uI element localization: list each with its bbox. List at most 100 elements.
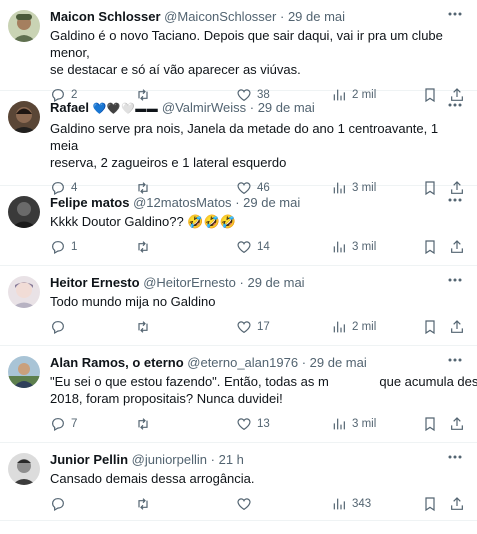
retweet-button[interactable] xyxy=(135,239,156,255)
action-bar: 343 xyxy=(50,487,465,521)
heart-icon xyxy=(237,418,251,431)
more-options-icon[interactable] xyxy=(445,352,465,368)
user-handle[interactable]: @MaiconSchlosser xyxy=(164,9,276,24)
tweet-text: Galdino serve pra nois, Janela da metade… xyxy=(50,120,465,171)
display-name[interactable]: Alan Ramos, o eterno xyxy=(50,355,184,370)
views-count: 3 mil xyxy=(352,418,377,430)
avatar[interactable] xyxy=(8,356,40,388)
bookmark-button[interactable] xyxy=(422,496,438,512)
reply-feed: Maicon Schlosser @MaiconSchlosser · 29 d… xyxy=(0,0,477,521)
bookmark-icon xyxy=(425,320,435,335)
reply-button[interactable] xyxy=(50,319,71,335)
share-icon xyxy=(451,497,463,510)
like-button[interactable]: 13 xyxy=(236,416,270,432)
bookmark-button[interactable] xyxy=(422,416,438,432)
views-count: 3 mil xyxy=(352,241,377,253)
more-options-icon[interactable] xyxy=(445,449,465,465)
like-count: 13 xyxy=(257,418,270,430)
reply-tweet[interactable]: Rafael 💙🖤🤍▬▬ @ValmirWeiss · 29 de mai Ga… xyxy=(0,91,477,196)
tweet-header: Heitor Ernesto @HeitorErnesto · 29 de ma… xyxy=(50,274,465,291)
reply-tweet[interactable]: Junior Pellin @juniorpellin · 21 h Cansa… xyxy=(0,443,477,521)
views-icon xyxy=(333,498,345,510)
bookmark-icon xyxy=(425,417,435,432)
tweet-text: Cansado demais dessa arrogância. xyxy=(50,470,465,487)
retweet-icon xyxy=(138,418,148,430)
reply-icon xyxy=(52,418,64,432)
separator-dot: · xyxy=(239,275,244,290)
reply-tweet[interactable]: Felipe matos @12matosMatos · 29 de mai K… xyxy=(0,186,477,266)
avatar[interactable] xyxy=(8,10,40,42)
display-name[interactable]: Heitor Ernesto xyxy=(50,275,140,290)
retweet-button[interactable] xyxy=(135,319,156,335)
share-icon xyxy=(451,417,463,430)
more-options-icon[interactable] xyxy=(445,97,465,113)
like-button[interactable] xyxy=(236,496,257,512)
reply-count: 7 xyxy=(71,418,78,430)
reply-button[interactable] xyxy=(50,496,71,512)
timestamp[interactable]: 21 h xyxy=(219,452,244,467)
user-handle[interactable]: @juniorpellin xyxy=(132,452,207,467)
views-button[interactable]: 343 xyxy=(331,496,371,512)
more-options-icon[interactable] xyxy=(445,272,465,288)
action-bar: 7 13 3 mil xyxy=(50,407,465,441)
reply-count: 1 xyxy=(71,241,78,253)
reply-button[interactable]: 1 xyxy=(50,239,77,255)
display-name[interactable]: Junior Pellin xyxy=(50,452,128,467)
user-handle[interactable]: @eterno_alan1976 xyxy=(187,355,298,370)
bookmark-button[interactable] xyxy=(422,319,438,335)
avatar[interactable] xyxy=(8,453,40,485)
tweet-text-line: Galdino é o novo Taciano. Depois que sai… xyxy=(50,28,443,60)
separator-dot: · xyxy=(249,100,255,115)
tweet-header: Rafael 💙🖤🤍▬▬ @ValmirWeiss · 29 de mai xyxy=(50,99,465,118)
views-icon xyxy=(333,241,345,253)
more-options-icon[interactable] xyxy=(445,192,465,208)
timestamp[interactable]: 29 de mai xyxy=(310,355,367,370)
display-name[interactable]: Maicon Schlosser xyxy=(50,9,161,24)
share-button[interactable] xyxy=(449,496,465,512)
more-options-icon[interactable] xyxy=(445,6,465,22)
avatar[interactable] xyxy=(8,276,40,308)
avatar[interactable] xyxy=(8,101,40,133)
like-button[interactable]: 17 xyxy=(236,319,270,335)
bookmark-button[interactable] xyxy=(422,239,438,255)
display-name[interactable]: Felipe matos xyxy=(50,195,129,210)
user-handle[interactable]: @ValmirWeiss xyxy=(162,100,246,115)
heart-icon xyxy=(237,321,251,334)
retweet-icon xyxy=(138,498,148,510)
views-button[interactable]: 3 mil xyxy=(331,239,376,255)
retweet-button[interactable] xyxy=(135,496,156,512)
reply-tweet[interactable]: Heitor Ernesto @HeitorErnesto · 29 de ma… xyxy=(0,266,477,346)
tweet-header: Maicon Schlosser @MaiconSchlosser · 29 d… xyxy=(50,8,465,25)
reply-tweet[interactable]: Maicon Schlosser @MaiconSchlosser · 29 d… xyxy=(0,0,477,103)
share-button[interactable] xyxy=(449,319,465,335)
views-button[interactable]: 2 mil xyxy=(331,319,376,335)
bookmark-icon xyxy=(425,497,435,512)
tweet-text-line: Galdino serve pra nois, Janela da metade… xyxy=(50,121,439,153)
user-handle[interactable]: @12matosMatos xyxy=(133,195,231,210)
views-button[interactable]: 3 mil xyxy=(331,416,376,432)
like-button[interactable]: 14 xyxy=(236,239,270,255)
tweet-text: Galdino é o novo Taciano. Depois que sai… xyxy=(50,27,465,78)
reply-tweet[interactable]: Alan Ramos, o eterno @eterno_alan1976 · … xyxy=(0,346,477,443)
tweet-text: Todo mundo mija no Galdino xyxy=(50,293,465,310)
timestamp[interactable]: 29 de mai xyxy=(258,100,315,115)
tweet-text: Kkkk Doutor Galdino?? 🤣🤣🤣 xyxy=(50,213,465,230)
bookmark-icon xyxy=(425,240,435,255)
separator-dot: · xyxy=(279,9,285,24)
user-handle[interactable]: @HeitorErnesto xyxy=(143,275,236,290)
separator-dot: · xyxy=(210,452,215,467)
share-button[interactable] xyxy=(449,416,465,432)
views-count: 343 xyxy=(352,498,372,510)
share-button[interactable] xyxy=(449,239,465,255)
avatar[interactable] xyxy=(8,196,40,228)
like-count: 17 xyxy=(257,321,270,333)
separator-dot: · xyxy=(235,195,240,210)
display-name[interactable]: Rafael xyxy=(50,100,89,115)
retweet-button[interactable] xyxy=(135,416,156,432)
timestamp[interactable]: 29 de mai xyxy=(243,195,300,210)
tweet-text-line: Kkkk Doutor Galdino?? 🤣🤣🤣 xyxy=(50,214,236,229)
share-icon xyxy=(451,320,463,333)
timestamp[interactable]: 29 de mai xyxy=(247,275,304,290)
reply-button[interactable]: 7 xyxy=(50,416,77,432)
timestamp[interactable]: 29 de mai xyxy=(288,9,345,24)
